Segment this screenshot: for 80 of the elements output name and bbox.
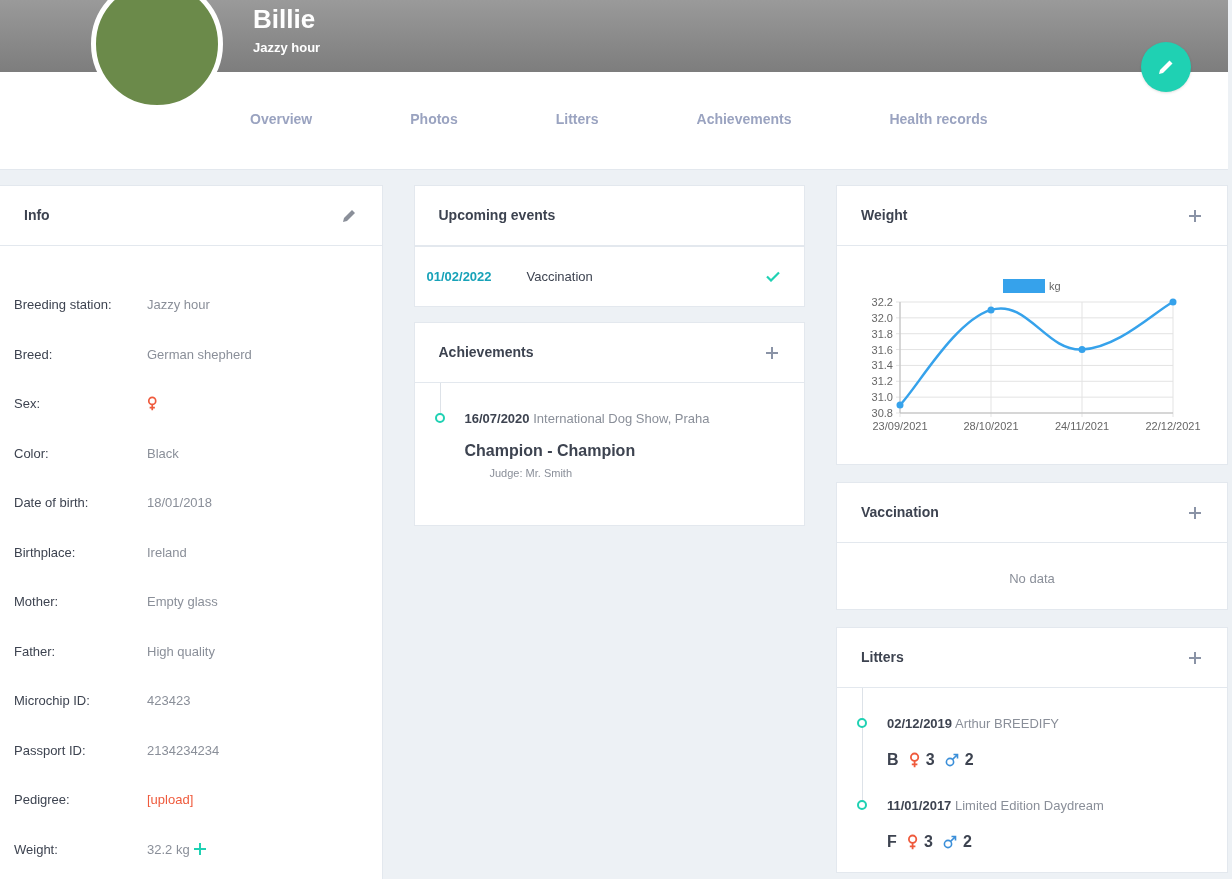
card-title: Info — [24, 206, 50, 225]
event-name: Vaccination — [526, 267, 594, 286]
tab[interactable]: Health records — [889, 109, 988, 130]
female-icon — [908, 751, 920, 768]
y-tick-label: 30.8 — [871, 407, 893, 419]
male-icon — [944, 752, 959, 767]
litter-letter: B — [887, 749, 899, 770]
tab[interactable]: Litters — [555, 109, 599, 130]
tab[interactable]: Achievements — [696, 109, 792, 130]
card-title: Achievements — [438, 343, 534, 362]
x-tick-label: 22/12/2021 — [1145, 420, 1201, 432]
field-label: Sex: — [14, 395, 41, 413]
event-date: 01/02/2022 — [426, 267, 493, 286]
x-tick-label: 23/09/2021 — [872, 420, 928, 432]
field-label: Breed: — [14, 345, 54, 364]
edit-icon[interactable] — [341, 207, 358, 224]
empty-message: No data — [1008, 570, 1056, 588]
y-tick-label: 31.2 — [871, 375, 893, 388]
legend-label: kg — [1049, 280, 1061, 292]
add-button[interactable] — [1187, 649, 1203, 666]
field-label: Mother: — [14, 593, 60, 611]
field-value: High quality — [147, 642, 215, 661]
field-value: 423423 — [147, 692, 191, 710]
judge-name: Judge: Mr. Smith — [488, 465, 574, 481]
add-button[interactable] — [1187, 504, 1203, 521]
field-value: 32.2 kg — [147, 840, 190, 859]
achievement-title: Champion - Champion — [464, 440, 637, 461]
add-button[interactable] — [764, 344, 780, 361]
field-value: 2134234234 — [147, 741, 220, 760]
field-value: Black — [147, 444, 179, 463]
female-count: 3 — [923, 831, 933, 852]
field-label: Pedigree: — [14, 791, 71, 809]
data-point — [1078, 346, 1086, 354]
y-tick-label: 31.6 — [871, 343, 893, 356]
data-point — [1169, 298, 1177, 306]
card-title: Litters — [861, 648, 904, 667]
card-title: Upcoming events — [438, 206, 556, 225]
kennel-name: Jazzy hour — [253, 39, 322, 57]
y-tick-label: 31.0 — [871, 391, 893, 404]
pencil-icon — [341, 208, 357, 223]
field-value: Ireland — [147, 543, 187, 562]
female-icon — [147, 396, 158, 412]
data-point — [896, 401, 904, 409]
field-value: Jazzy hour — [147, 296, 210, 314]
field-label: Breeding station: — [14, 296, 113, 314]
female-count: 3 — [925, 749, 935, 770]
data-point — [987, 306, 995, 314]
card-title: Vaccination — [861, 503, 939, 522]
dog-name: Billie — [253, 3, 317, 35]
field-label: Weight: — [14, 840, 59, 859]
field-label: Birthplace: — [14, 543, 77, 562]
x-tick-label: 28/10/2021 — [963, 420, 1019, 432]
add-button[interactable] — [193, 843, 206, 856]
y-tick-label: 32.0 — [871, 311, 893, 324]
field-label: Microchip ID: — [14, 692, 91, 710]
litter-letter: F — [887, 831, 897, 852]
male-count: 2 — [964, 749, 974, 770]
field-value: Empty glass — [147, 593, 218, 611]
legend-swatch — [1003, 279, 1045, 293]
y-tick-label: 32.2 — [871, 296, 893, 308]
achievement-meta: 16/07/2020 International Dog Show, Praha — [464, 410, 711, 428]
card-title: Weight — [861, 206, 908, 225]
x-tick-label: 24/11/2021 — [1054, 420, 1110, 432]
upload-link[interactable]: [upload] — [147, 790, 194, 810]
litter-meta: 11/01/2017 Limited Edition Daydream — [887, 797, 1105, 815]
field-value: 18/01/2018 — [147, 494, 213, 512]
field-value: German shepherd — [147, 345, 252, 364]
female-icon — [906, 833, 918, 850]
field-label: Passport ID: — [14, 741, 87, 760]
y-tick-label: 31.4 — [871, 359, 893, 372]
field-label: Date of birth: — [14, 494, 90, 512]
y-tick-label: 31.8 — [871, 327, 893, 340]
field-label: Father: — [14, 642, 57, 661]
field-label: Color: — [14, 444, 50, 463]
litter-meta: 02/12/2019 Arthur BREEDIFY — [887, 715, 1060, 733]
tab[interactable]: Overview — [250, 109, 313, 130]
male-icon — [942, 834, 957, 849]
tab[interactable]: Photos — [410, 109, 458, 130]
male-count: 2 — [962, 831, 972, 852]
add-button[interactable] — [1187, 207, 1203, 224]
